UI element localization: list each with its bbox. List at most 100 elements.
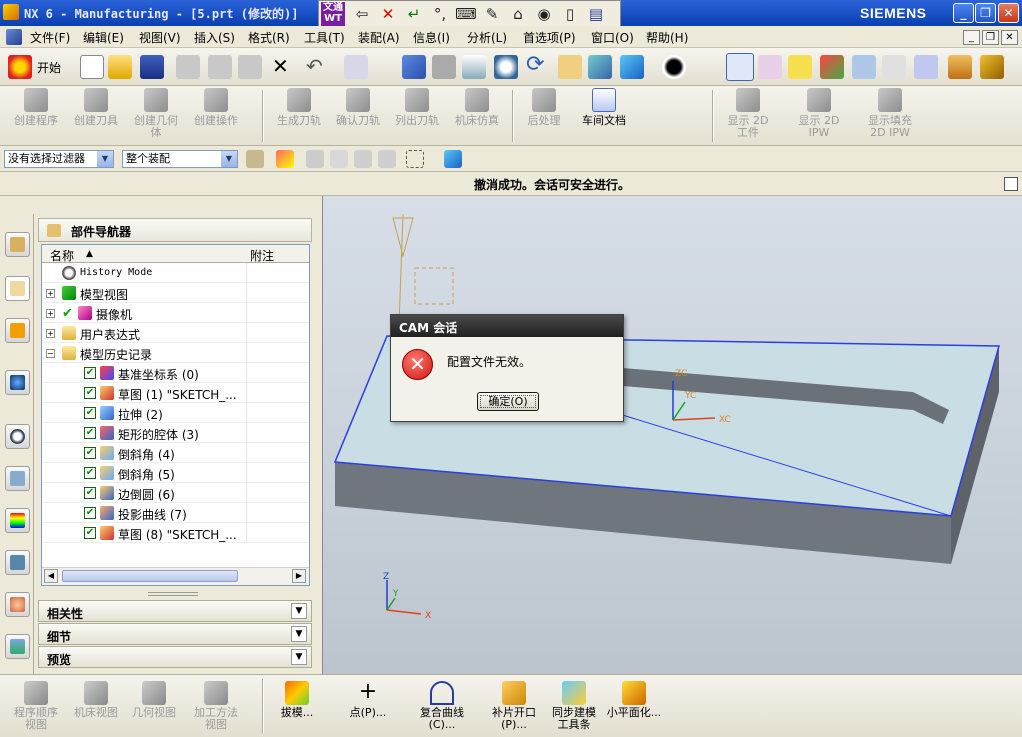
menu-file[interactable]: 文件(F) [30, 29, 70, 46]
assembly-navigator-tab[interactable] [5, 232, 30, 257]
postprocess-button[interactable]: 后处理 [522, 88, 566, 127]
part-navigator-tab[interactable] [5, 276, 30, 301]
nx-app-icon[interactable] [3, 4, 19, 20]
column-name[interactable]: 名称 [50, 247, 74, 264]
selection-icon[interactable] [344, 55, 368, 79]
visibility-checkbox[interactable]: ✔ [84, 487, 96, 499]
tree-item-model-history[interactable]: − 模型历史记录 [42, 343, 309, 363]
view-orientation-icon[interactable] [662, 55, 686, 79]
doc-close-button[interactable]: ✕ [1001, 30, 1018, 45]
menu-window[interactable]: 窗口(O) [591, 29, 634, 46]
chevron-down-icon[interactable]: ▼ [291, 603, 307, 619]
pin-icon[interactable] [47, 224, 61, 237]
constraint-navigator-tab[interactable] [5, 318, 30, 343]
menu-format[interactable]: 格式(R) [248, 29, 290, 46]
snap-point-icon[interactable] [276, 150, 294, 168]
tree-item-feature[interactable]: ✔ 草图 (1) "SKETCH_... [42, 383, 309, 403]
book-icon[interactable]: ▤ [583, 5, 609, 23]
menu-insert[interactable]: 插入(S) [194, 29, 235, 46]
tree-item-feature[interactable]: ✔ 基准坐标系 (0) [42, 363, 309, 383]
menu-help[interactable]: 帮助(H) [646, 29, 688, 46]
eraser-icon[interactable]: ⌂ [505, 5, 531, 23]
sort-ascending-icon[interactable]: ▲ [86, 249, 93, 259]
enter-arrow-icon[interactable]: ↵ [401, 5, 427, 23]
new-file-icon[interactable] [80, 55, 104, 79]
scroll-right-icon[interactable]: ▶ [292, 569, 306, 583]
visibility-checkbox[interactable]: ✔ [84, 387, 96, 399]
panel-dependencies[interactable]: 相关性 ▼ [38, 600, 312, 622]
panel-preview[interactable]: 预览 ▼ [38, 646, 312, 668]
tree-item-feature[interactable]: ✔ 草图 (8) "SKETCH_... [42, 523, 309, 543]
create-operation-button[interactable]: 创建操作 [188, 88, 244, 127]
show-fill-2d-ipw-button[interactable]: 显示填充 2D IPW [862, 88, 918, 139]
visibility-checkbox[interactable]: ✔ [84, 367, 96, 379]
visibility-checkbox[interactable]: ✔ [84, 467, 96, 479]
generate-path-button[interactable]: 生成刀轨 [272, 88, 326, 127]
wcs-icon[interactable] [726, 53, 754, 81]
select-all-icon[interactable] [330, 150, 348, 168]
filter-icon[interactable] [914, 55, 938, 79]
palette-tab[interactable] [5, 508, 30, 533]
column-note[interactable]: 附注 [250, 247, 274, 264]
magnify-icon[interactable] [494, 55, 518, 79]
chevron-down-icon[interactable]: ▼ [291, 626, 307, 642]
scroll-left-icon[interactable]: ◀ [44, 569, 58, 583]
small-face-button[interactable]: 小平面化... [604, 681, 664, 719]
pan-icon[interactable] [558, 55, 582, 79]
edit-pen-icon[interactable]: ✎ [479, 5, 505, 23]
close-button[interactable]: ✕ [998, 3, 1019, 23]
undo-icon[interactable]: ↶ [306, 54, 323, 78]
system-scene-tab[interactable] [5, 634, 30, 659]
composite-curve-button[interactable]: 复合曲线 (C)... [412, 681, 472, 731]
selection-filter-dropdown[interactable]: 没有选择过滤器 ▼ [4, 150, 114, 168]
history-tab[interactable] [5, 424, 30, 449]
list-path-button[interactable]: 列出刀轨 [390, 88, 444, 127]
method-view-button[interactable]: 加工方法 视图 [188, 681, 244, 731]
dialog-title[interactable]: CAM 会话 [391, 315, 623, 337]
render-style-icon[interactable] [588, 55, 612, 79]
paste-icon[interactable] [238, 55, 262, 79]
geometry-view-button[interactable]: 几何视图 [128, 681, 180, 719]
start-icon[interactable] [8, 55, 32, 79]
select-feature-icon[interactable] [354, 150, 372, 168]
minimize-button[interactable]: _ [953, 3, 974, 23]
doc-minimize-button[interactable]: _ [963, 30, 980, 45]
process-studio-tab[interactable] [5, 550, 30, 575]
eye-icon[interactable]: ◉ [531, 5, 557, 23]
tree-item-history-mode[interactable]: History Mode [42, 263, 309, 283]
tree-item-feature[interactable]: ✔ 倒斜角 (5) [42, 463, 309, 483]
filter-settings-icon[interactable] [246, 150, 264, 168]
chevron-down-icon[interactable]: ▼ [291, 649, 307, 665]
visibility-checkbox[interactable]: ✔ [84, 427, 96, 439]
tree-item-model-views[interactable]: + 模型视图 [42, 283, 309, 303]
menu-view[interactable]: 视图(V) [139, 29, 181, 46]
point-icon[interactable] [788, 55, 812, 79]
select-face-icon[interactable] [378, 150, 396, 168]
mouse-icon[interactable]: ▯ [557, 5, 583, 23]
splitter-grip[interactable] [148, 592, 198, 596]
tree-horizontal-scrollbar[interactable]: ◀ ▶ [42, 567, 309, 585]
sync-modeling-button[interactable]: 同步建模 工具条 [546, 681, 602, 731]
web-browser-tab[interactable] [5, 370, 30, 395]
ime-logo[interactable]: 文通WT [321, 2, 345, 26]
system-materials-tab[interactable] [5, 466, 30, 491]
measure-icon[interactable] [948, 55, 972, 79]
visibility-checkbox[interactable]: ✔ [84, 507, 96, 519]
fit-view-icon[interactable] [402, 55, 426, 79]
tree-item-user-expressions[interactable]: + 用户表达式 [42, 323, 309, 343]
menu-info[interactable]: 信息(I) [413, 29, 450, 46]
cancel-x-icon[interactable]: ✕ [375, 5, 401, 23]
show-2d-workpiece-button[interactable]: 显示 2D 工件 [722, 88, 774, 139]
delete-icon[interactable]: ✕ [272, 54, 289, 78]
maximize-button[interactable]: ❐ [975, 3, 996, 23]
point-button[interactable]: + 点(P)... [340, 681, 396, 719]
tree-item-feature[interactable]: ✔ 倒斜角 (4) [42, 443, 309, 463]
arrow-icon[interactable] [820, 55, 844, 79]
create-program-button[interactable]: 创建程序 [8, 88, 64, 127]
copy-icon[interactable] [208, 55, 232, 79]
visibility-checkbox[interactable]: ✔ [84, 447, 96, 459]
fullscreen-icon[interactable] [1004, 177, 1018, 191]
move-icon[interactable] [852, 55, 876, 79]
assembly-scope-dropdown[interactable]: 整个装配 ▼ [122, 150, 238, 168]
machine-sim-button[interactable]: 机床仿真 [450, 88, 504, 127]
